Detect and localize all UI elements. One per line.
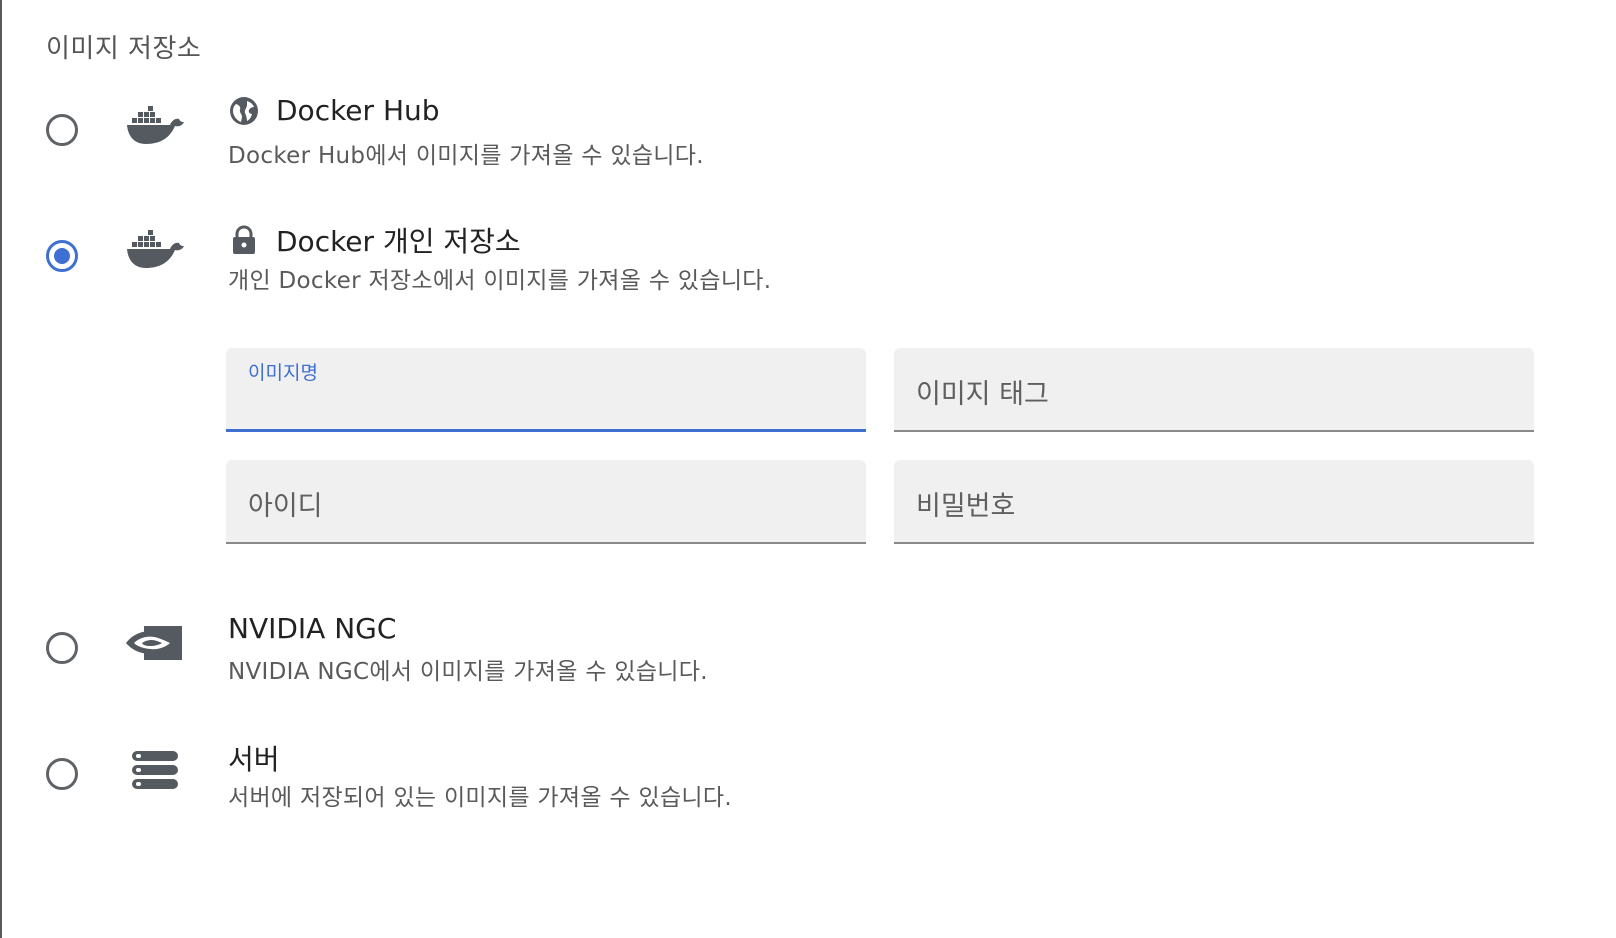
option-nvidia-ngc[interactable]: NVIDIA NGC NVIDIA NGC에서 이미지를 가져올 수 있습니다. bbox=[2, 600, 1602, 700]
option-title: Docker 개인 저장소 bbox=[276, 225, 521, 258]
option-title: Docker Hub bbox=[276, 94, 440, 127]
option-title: NVIDIA NGC bbox=[228, 612, 397, 645]
nvidia-icon bbox=[126, 626, 182, 660]
radio-docker-hub[interactable] bbox=[46, 114, 78, 146]
radio-nvidia-ngc[interactable] bbox=[46, 632, 78, 664]
section-title: 이미지 저장소 bbox=[46, 34, 202, 64]
image-name-input[interactable] bbox=[248, 391, 842, 421]
option-description: 개인 Docker 저장소에서 이미지를 가져올 수 있습니다. bbox=[228, 268, 772, 294]
image-name-field[interactable]: 이미지명 bbox=[226, 348, 866, 432]
option-docker-hub[interactable]: Docker Hub Docker Hub에서 이미지를 가져올 수 있습니다. bbox=[2, 80, 1602, 180]
password-field[interactable]: 비밀번호 bbox=[894, 460, 1534, 544]
radio-server[interactable] bbox=[46, 758, 78, 790]
radio-docker-private[interactable] bbox=[46, 240, 78, 272]
option-description: NVIDIA NGC에서 이미지를 가져올 수 있습니다. bbox=[228, 659, 708, 685]
docker-icon bbox=[127, 230, 184, 268]
option-title: 서버 bbox=[228, 743, 280, 776]
globe-icon bbox=[230, 96, 258, 125]
image-tag-placeholder: 이미지 태그 bbox=[916, 379, 1049, 410]
lock-icon bbox=[233, 225, 255, 254]
option-docker-private[interactable]: Docker 개인 저장소 개인 Docker 저장소에서 이미지를 가져올 수… bbox=[2, 210, 1602, 310]
username-placeholder: 아이디 bbox=[248, 491, 323, 522]
image-tag-field[interactable]: 이미지 태그 bbox=[894, 348, 1534, 432]
server-icon bbox=[132, 751, 178, 789]
image-registry-panel: 이미지 저장소 Docker Hub Docker Hub에서 이미지를 가져올… bbox=[0, 0, 1616, 938]
option-description: Docker Hub에서 이미지를 가져올 수 있습니다. bbox=[228, 143, 704, 169]
username-field[interactable]: 아이디 bbox=[226, 460, 866, 544]
docker-icon bbox=[127, 106, 184, 144]
password-placeholder: 비밀번호 bbox=[916, 491, 1016, 522]
option-server[interactable]: 서버 서버에 저장되어 있는 이미지를 가져올 수 있습니다. bbox=[2, 726, 1602, 826]
option-description: 서버에 저장되어 있는 이미지를 가져올 수 있습니다. bbox=[228, 785, 732, 811]
image-name-label: 이미지명 bbox=[248, 362, 318, 384]
